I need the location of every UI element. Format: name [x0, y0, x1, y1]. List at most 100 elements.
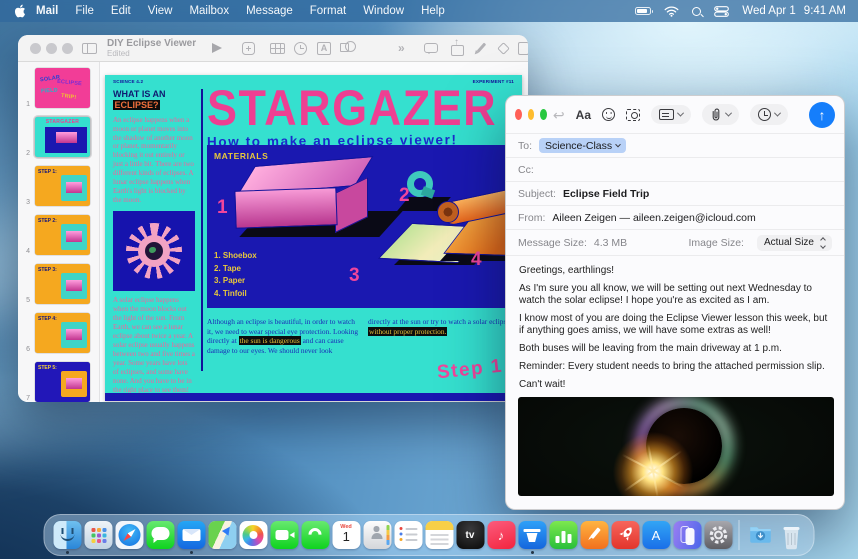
dock-downloads-icon[interactable] — [746, 521, 774, 549]
menu-file[interactable]: File — [75, 5, 94, 17]
wifi-icon[interactable] — [664, 6, 679, 17]
dock-phone-icon[interactable] — [301, 521, 329, 549]
dock-tv-icon[interactable]: tv — [456, 521, 484, 549]
undo-icon[interactable]: ↩ — [553, 108, 565, 122]
dock-calendar-icon[interactable]: Wed1 — [332, 521, 360, 549]
menu-message[interactable]: Message — [246, 5, 293, 17]
slide-footer-band — [105, 393, 522, 401]
subject-row[interactable]: Subject: Eclipse Field Trip — [506, 181, 844, 205]
menu-edit[interactable]: Edit — [111, 5, 131, 17]
zoom-button[interactable] — [540, 109, 547, 120]
emoji-icon[interactable] — [602, 108, 615, 121]
dock-mail-icon[interactable] — [177, 521, 205, 549]
apple-menu-icon[interactable] — [14, 4, 26, 18]
share-icon[interactable]: ↑ — [451, 41, 463, 55]
recipient-token[interactable]: Science-Class — [539, 138, 626, 153]
dock-contacts-icon[interactable] — [363, 521, 391, 549]
material-number: 4 — [471, 249, 482, 271]
from-row[interactable]: From: Aileen Zeigen — aileen.zeigen@iclo… — [506, 205, 844, 229]
thumb-step-label: STEP 2: — [38, 218, 57, 224]
menu-format[interactable]: Format — [310, 5, 346, 17]
cc-row[interactable]: Cc: — [506, 157, 844, 181]
zoom-button[interactable] — [62, 43, 73, 54]
close-button[interactable] — [515, 109, 522, 120]
to-row[interactable]: To: Science-Class — [506, 133, 844, 157]
sidebar-toggle-icon[interactable] — [82, 43, 97, 54]
menu-mail[interactable]: Mail — [36, 5, 58, 17]
slide-thumb-row: 1SOLARECLIPSEFIELDTRIP! — [18, 66, 99, 110]
menu-help[interactable]: Help — [421, 5, 445, 17]
dock-messages-icon[interactable] — [146, 521, 174, 549]
close-button[interactable] — [30, 43, 41, 54]
window-title: DIY Eclipse Viewer Edited — [107, 39, 196, 58]
slide-thumbnail-7[interactable]: STEP 5: — [33, 360, 92, 402]
slide-thumbnail-preview: STEP 2: — [35, 215, 90, 255]
dock-photos-icon[interactable] — [239, 521, 267, 549]
menu-window[interactable]: Window — [363, 5, 404, 17]
play-icon[interactable] — [212, 43, 222, 53]
format-icon[interactable] — [477, 43, 486, 53]
dock-pages-icon[interactable] — [580, 521, 608, 549]
slide-thumbnail-3[interactable]: STEP 1: — [33, 164, 92, 208]
thumb-step-label: STEP 3: — [38, 267, 57, 273]
dock-facetime-icon[interactable] — [270, 521, 298, 549]
slide-thumbnail-1[interactable]: SOLARECLIPSEFIELDTRIP! — [33, 66, 92, 110]
slide-thumbnail-preview: STEP 4: — [35, 313, 90, 353]
dock-reminders-icon[interactable] — [394, 521, 422, 549]
slide[interactable]: SCIENCE 4.2 EXPERIMENT #11 WHAT IS AN EC… — [105, 75, 522, 401]
dock-notes-icon[interactable] — [425, 521, 453, 549]
menu-view[interactable]: View — [148, 5, 173, 17]
format-icon[interactable]: Aa — [576, 108, 591, 122]
text-box-icon[interactable]: A — [317, 42, 331, 55]
attachment-eclipse-photo[interactable] — [518, 397, 834, 496]
material-number: 3 — [349, 265, 360, 287]
dock-numbers-icon[interactable] — [549, 521, 577, 549]
menu-clock[interactable]: Wed Apr 1 9:41 AM — [742, 5, 846, 17]
slide-thumbnail-6[interactable]: STEP 4: — [33, 311, 92, 355]
send-later-button[interactable] — [750, 104, 788, 125]
battery-icon[interactable] — [635, 7, 651, 15]
dock-finder-icon[interactable] — [53, 521, 81, 549]
more-icon[interactable]: » — [398, 41, 405, 55]
dock-rocket-icon[interactable] — [611, 521, 639, 549]
menu-mailbox[interactable]: Mailbox — [189, 5, 229, 17]
slide-thumbnail-2[interactable]: STARGAZER — [33, 115, 92, 159]
keynote-titlebar[interactable]: DIY Eclipse Viewer Edited A » ↑ — [18, 35, 528, 62]
slide-thumbnail-5[interactable]: STEP 3: — [33, 262, 92, 306]
thumb-art-box — [66, 329, 83, 340]
dock-trash-icon[interactable] — [777, 521, 805, 549]
chart-icon[interactable] — [294, 42, 307, 55]
dock-iphone-mirroring-icon[interactable] — [673, 521, 701, 549]
attach-button[interactable] — [702, 104, 739, 125]
thumb-art — [61, 273, 87, 299]
image-size-select[interactable]: Actual Size — [757, 235, 832, 251]
slide-title: STARGAZER — [207, 79, 519, 137]
dock-music-icon[interactable]: ♪ — [487, 521, 515, 549]
minimize-button[interactable] — [46, 43, 57, 54]
send-button[interactable]: ↑ — [809, 102, 835, 128]
animate-icon[interactable] — [497, 42, 510, 55]
header-fields-button[interactable] — [651, 105, 691, 124]
photo-stamp-icon[interactable] — [626, 109, 640, 121]
dock-safari-icon[interactable] — [115, 521, 143, 549]
spotlight-search-icon[interactable] — [692, 7, 701, 16]
add-slide-icon[interactable] — [242, 42, 255, 55]
dock-maps-icon[interactable] — [208, 521, 236, 549]
dock-launchpad-icon[interactable] — [84, 521, 112, 549]
control-center-icon[interactable] — [714, 6, 729, 17]
document-icon[interactable] — [518, 42, 528, 55]
slide-thumbnail-4[interactable]: STEP 2: — [33, 213, 92, 257]
menu-bar: Mail File Edit View Mailbox Message Format Wind… — [0, 0, 858, 22]
minimize-button[interactable] — [528, 109, 535, 120]
thumb-art — [61, 371, 87, 397]
dock-keynote-icon[interactable] — [518, 521, 546, 549]
step-callout: Step 1 — [436, 356, 504, 385]
message-size-value: 4.3 MB — [594, 237, 627, 249]
comment-icon[interactable] — [424, 43, 438, 53]
message-body[interactable]: Greetings, earthlings!As I'm sure you al… — [506, 255, 844, 391]
dock-settings-icon[interactable] — [704, 521, 732, 549]
shape-icon[interactable] — [340, 43, 349, 52]
dock-appstore-icon[interactable]: A — [642, 521, 670, 549]
slide-number: 4 — [18, 248, 30, 257]
table-icon[interactable] — [270, 43, 285, 54]
